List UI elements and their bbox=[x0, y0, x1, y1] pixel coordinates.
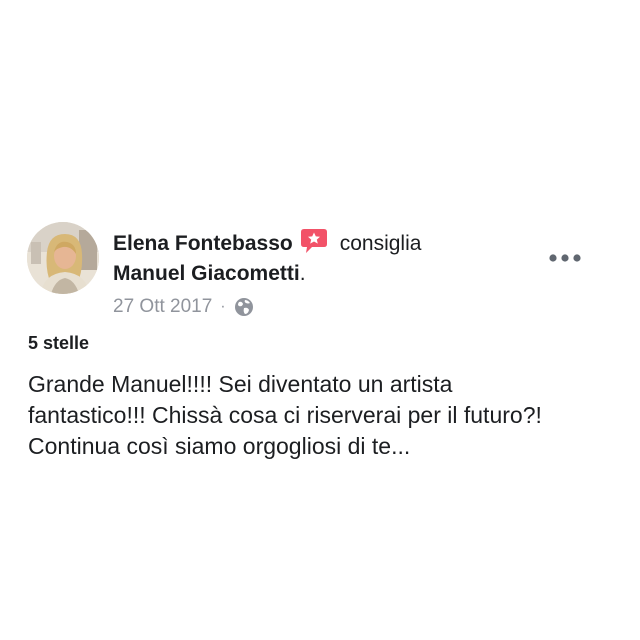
author-avatar[interactable] bbox=[27, 222, 99, 294]
more-options-icon bbox=[549, 254, 581, 262]
post-body-text: Grande Manuel!!!! Sei diventato un artis… bbox=[28, 369, 613, 462]
rating-label: 5 stelle bbox=[28, 333, 90, 353]
recommends-verb: consiglia bbox=[339, 232, 422, 255]
post-meta: 27 Ott 2017 · bbox=[113, 293, 254, 321]
meta-separator: · bbox=[220, 298, 226, 315]
avatar-photo bbox=[27, 222, 99, 294]
more-options-button[interactable] bbox=[547, 248, 583, 268]
globe-icon[interactable] bbox=[234, 297, 254, 317]
author-name-link[interactable]: Elena Fontebasso bbox=[113, 232, 293, 256]
review-post: Elena Fontebasso consiglia Manuel Giacom… bbox=[0, 0, 640, 640]
post-header: Elena Fontebasso consiglia bbox=[113, 228, 421, 260]
recommended-page: Manuel Giacometti. bbox=[113, 259, 306, 289]
post-body-line: Continua così siamo orgogliosi di te... bbox=[28, 433, 411, 459]
post-body-line: fantastico!!! Chissà cosa ci riserverai … bbox=[28, 402, 542, 428]
post-date-link[interactable]: 27 Ott 2017 bbox=[113, 296, 212, 318]
header-period: . bbox=[299, 262, 306, 285]
page-name-link[interactable]: Manuel Giacometti bbox=[113, 262, 300, 286]
post-body-line: Grande Manuel!!!! Sei diventato un artis… bbox=[28, 371, 453, 397]
recommendation-badge-icon bbox=[300, 228, 328, 254]
